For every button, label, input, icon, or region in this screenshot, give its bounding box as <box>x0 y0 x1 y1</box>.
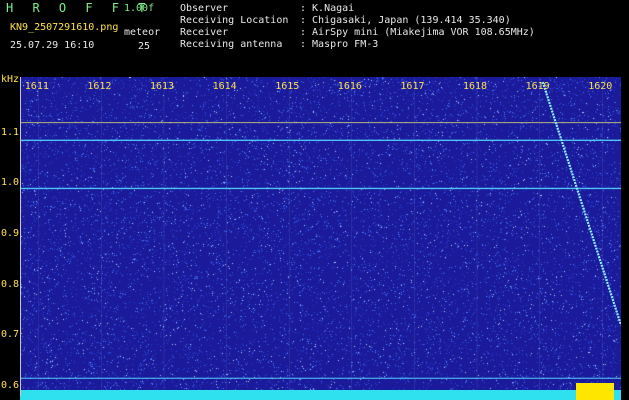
capture-timestamp: 25.07.29 16:10 <box>10 40 95 51</box>
meta-key-receiver: Receiver <box>180 27 229 38</box>
spectrogram-overlay <box>20 77 621 396</box>
meta-value-location: : Chigasaki, Japan (139.414 35.340) <box>300 15 511 26</box>
y-axis-unit: kHz <box>1 74 20 85</box>
x-tick-label: 1614 <box>212 81 237 92</box>
spectrogram-plot[interactable] <box>20 77 621 396</box>
header-panel: H R O F F T 1.00f KN9_2507291610.png 25.… <box>0 0 629 73</box>
meteor-trail <box>541 81 621 326</box>
x-tick-label: 1618 <box>463 81 488 92</box>
noise-floor-bar <box>20 390 621 400</box>
noise-floor-spike <box>576 383 614 400</box>
x-tick-label: 1616 <box>337 81 362 92</box>
x-tick-label: 1617 <box>400 81 425 92</box>
meta-value-observer: : K.Nagai <box>300 3 355 14</box>
x-tick-label: 1619 <box>525 81 550 92</box>
x-tick-label: 1611 <box>24 81 49 92</box>
y-tick-label: 0.8 <box>1 278 20 290</box>
meta-key-observer: Observer <box>180 3 229 14</box>
app-version: 1.00f <box>124 3 155 14</box>
file-name: KN9_2507291610.png <box>10 22 119 33</box>
y-tick-label: 1.1 <box>1 126 20 138</box>
meta-value-receiver: : AirSpy mini (Miakejima VOR 108.65MHz) <box>300 27 535 38</box>
meta-value-antenna: : Maspro FM-3 <box>300 39 379 50</box>
meteor-count-label: meteor <box>124 27 161 38</box>
x-tick-label: 1613 <box>149 81 175 92</box>
y-tick-label: 0.9 <box>1 227 20 239</box>
x-tick-label: 1615 <box>275 81 300 92</box>
y-tick-label: 1.0 <box>1 177 20 189</box>
x-tick-label: 1612 <box>87 81 112 92</box>
meta-key-location: Receiving Location <box>180 15 289 26</box>
meteor-count-value: 25 <box>138 41 151 52</box>
meta-key-antenna: Receiving antenna <box>180 39 283 50</box>
x-tick-label: 1620 <box>588 81 613 92</box>
y-tick-label: 0.7 <box>1 329 20 341</box>
y-tick-label: 0.6 <box>1 379 20 391</box>
